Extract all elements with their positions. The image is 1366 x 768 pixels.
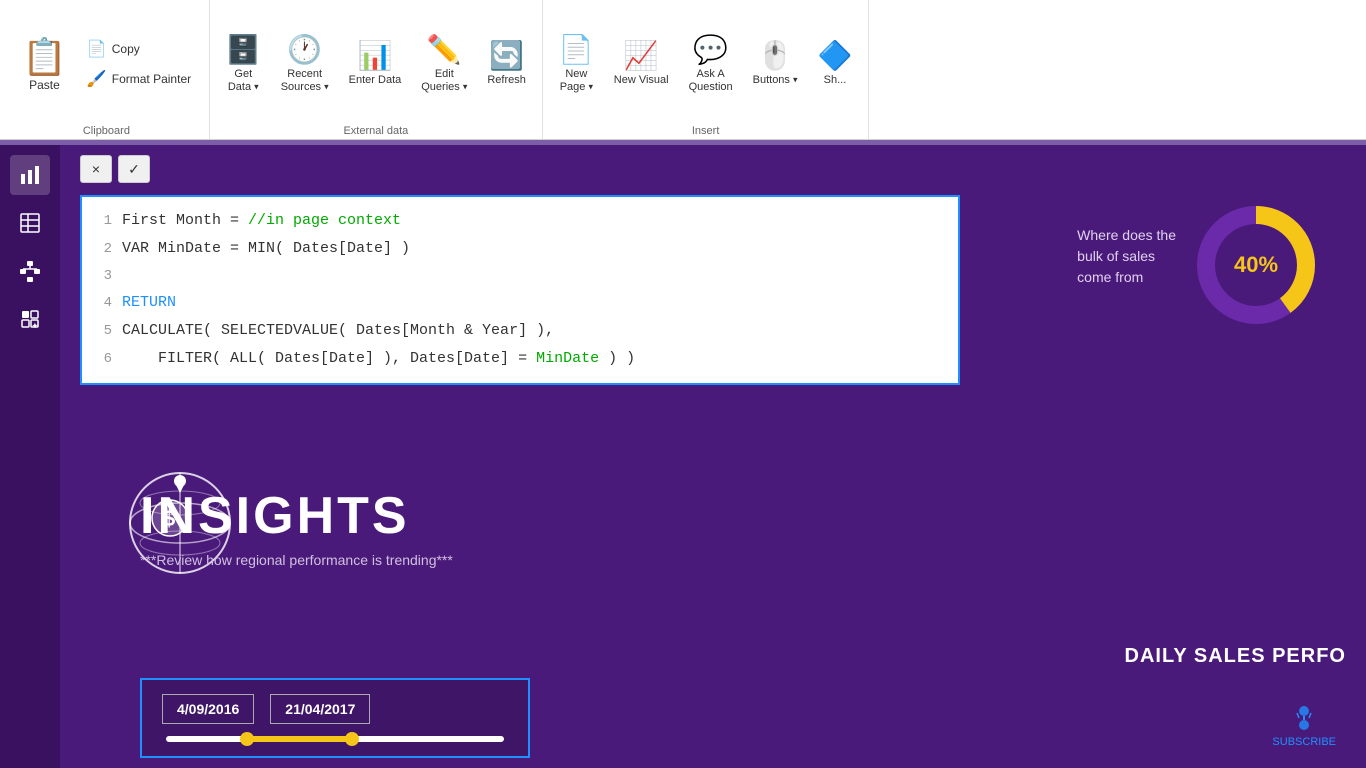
clipboard-section: 📋 Paste 📄 Copy 🖌️ Format Painter Clipboa…: [4, 0, 210, 139]
new-page-icon: 📄: [559, 33, 594, 66]
refresh-icon: 🔄: [489, 39, 524, 72]
subscribe-label: SUBSCRIBE: [1272, 736, 1336, 748]
code-line-5: 5 CALCULATE( SELECTEDVALUE( Dates[Month …: [82, 317, 958, 345]
paste-label: Paste: [29, 78, 60, 92]
date-slider[interactable]: 4/09/2016 21/04/2017: [140, 678, 530, 758]
bulk-text-line2: bulk of sales: [1077, 246, 1176, 267]
clipboard-label: Clipboard: [83, 121, 130, 137]
code-line-6: 6 FILTER( ALL( Dates[Date] ), Dates[Date…: [82, 345, 958, 373]
ask-question-icon: 💬: [693, 33, 728, 66]
editor-toolbar: × ✓: [80, 155, 150, 183]
refresh-button[interactable]: 🔄 Refresh: [479, 24, 534, 104]
enter-data-button[interactable]: 📊 Enter Data: [341, 24, 410, 104]
date-label-row: 4/09/2016 21/04/2017: [162, 694, 508, 724]
bulk-text: Where does the bulk of sales come from: [1077, 225, 1176, 288]
code-line-2: 2 VAR MinDate = MIN( Dates[Date] ): [82, 235, 958, 263]
shapes-icon: 🔷: [818, 39, 853, 72]
sidebar: ✦: [0, 145, 60, 768]
ribbon: 📋 Paste 📄 Copy 🖌️ Format Painter Clipboa…: [0, 0, 1366, 140]
format-painter-icon: 🖌️: [87, 69, 107, 89]
paste-icon: 📋: [22, 36, 67, 78]
sidebar-item-barchart[interactable]: [10, 155, 50, 195]
enter-data-icon: 📊: [358, 39, 393, 72]
external-data-label: External data: [343, 121, 408, 137]
insights-section: INSIGHTS ***Review how regional performa…: [140, 486, 453, 568]
get-data-button[interactable]: 🗄️ GetData ▾: [218, 24, 269, 104]
slider-thumb-right[interactable]: [345, 732, 359, 746]
get-data-icon: 🗄️: [226, 33, 261, 66]
external-data-section: 🗄️ GetData ▾ 🕐 RecentSources ▾ 📊 Enter D…: [210, 0, 543, 139]
editor-confirm-button[interactable]: ✓: [118, 155, 150, 183]
new-visual-button[interactable]: 📈 New Visual: [606, 24, 677, 104]
bulk-text-line1: Where does the: [1077, 225, 1176, 246]
sidebar-item-table[interactable]: [10, 203, 50, 243]
donut-chart: 40%: [1196, 205, 1316, 325]
format-painter-button[interactable]: 🖌️ Format Painter: [81, 65, 201, 93]
code-line-4: 4 RETURN: [82, 289, 958, 317]
insert-section: 📄 NewPage ▾ 📈 New Visual 💬 Ask AQuestion…: [543, 0, 870, 139]
donut-percent-label: 40%: [1234, 252, 1278, 278]
enter-data-label: Enter Data: [349, 74, 402, 87]
buttons-icon: 🖱️: [758, 39, 793, 72]
recent-sources-icon: 🕐: [287, 33, 322, 66]
edit-queries-icon: ✏️: [427, 33, 462, 66]
subscribe-icon: [1289, 703, 1319, 733]
date-end-badge: 21/04/2017: [270, 694, 370, 724]
insights-subtitle: ***Review how regional performance is tr…: [140, 552, 453, 568]
copy-label: Copy: [112, 42, 140, 56]
paste-button[interactable]: 📋 Paste: [12, 24, 77, 104]
sidebar-item-ai[interactable]: ✦: [10, 299, 50, 339]
edit-queries-button[interactable]: ✏️ EditQueries ▾: [413, 24, 475, 104]
slider-thumb-left[interactable]: [240, 732, 254, 746]
shapes-button[interactable]: 🔷 Sh...: [810, 24, 861, 104]
code-editor[interactable]: 1 First Month = //in page context 2 VAR …: [80, 195, 960, 385]
sidebar-item-hierarchy[interactable]: [10, 251, 50, 291]
code-line-1: 1 First Month = //in page context: [82, 207, 958, 235]
new-visual-icon: 📈: [624, 39, 659, 72]
date-start-badge: 4/09/2016: [162, 694, 254, 724]
format-painter-label: Format Painter: [112, 72, 191, 86]
main-area: ✦ × ✓ 1 First Month = //in page context …: [0, 145, 1366, 768]
bulk-text-line3: come from: [1077, 267, 1176, 288]
ask-question-button[interactable]: 💬 Ask AQuestion: [681, 24, 741, 104]
refresh-label: Refresh: [487, 74, 526, 87]
insert-label: Insert: [692, 121, 720, 137]
slider-fill: [251, 736, 352, 742]
subscribe-button[interactable]: SUBSCRIBE: [1272, 703, 1336, 748]
editor-close-button[interactable]: ×: [80, 155, 112, 183]
new-visual-label: New Visual: [614, 74, 669, 87]
buttons-button[interactable]: 🖱️ Buttons ▾: [745, 24, 806, 104]
new-page-button[interactable]: 📄 NewPage ▾: [551, 24, 602, 104]
slider-track[interactable]: [166, 736, 504, 742]
insights-title: INSIGHTS: [140, 486, 453, 546]
recent-sources-button[interactable]: 🕐 RecentSources ▾: [273, 24, 337, 104]
daily-sales-text: DAILY SALES PERFO: [1125, 645, 1347, 668]
copy-button[interactable]: 📄 Copy: [81, 35, 201, 63]
code-line-3: 3: [82, 263, 958, 289]
svg-text:✦: ✦: [32, 322, 38, 330]
copy-icon: 📄: [87, 39, 107, 59]
content-area: × ✓ 1 First Month = //in page context 2 …: [60, 145, 1366, 768]
